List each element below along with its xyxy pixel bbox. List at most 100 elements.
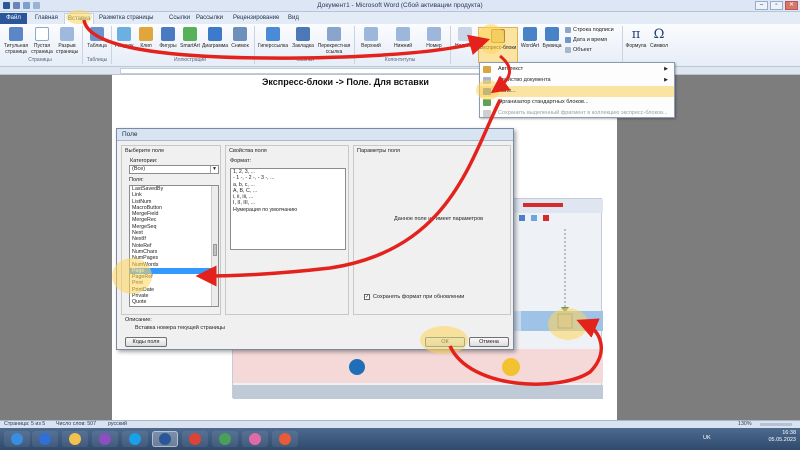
menu-item-building-blocks-organizer[interactable]: Организатор стандартных блоков... <box>480 97 674 108</box>
page-heading: Экспресс-блоки -> Поле. Для вставки <box>262 77 429 87</box>
taskbar-app-tool[interactable] <box>212 431 238 447</box>
date-time-button[interactable]: Дата и время <box>565 37 607 43</box>
checkmark-icon: ✓ <box>364 294 370 300</box>
wordart-button[interactable]: WordArt <box>519 27 541 49</box>
screenshot-button[interactable]: Снимок <box>229 27 251 49</box>
tab-review[interactable]: Рецензирование <box>230 13 282 24</box>
blank-page-button[interactable]: Пустая страница <box>30 27 54 55</box>
cancel-button[interactable]: Отмена <box>469 337 509 347</box>
header-icon <box>364 27 378 41</box>
keyboard-language[interactable]: UK <box>703 435 711 441</box>
clock-date: 05.05.2023 <box>768 437 796 443</box>
maximize-button[interactable]: ▫ <box>770 1 783 10</box>
wordart-icon <box>523 27 537 41</box>
smartart-button[interactable]: SmartArt <box>179 27 201 49</box>
menu-item-autotext[interactable]: Автотекст ▶ <box>480 64 674 75</box>
start-orb-icon <box>11 433 23 445</box>
dropcap-button[interactable]: Буквица <box>541 27 563 49</box>
bookmark-button[interactable]: Закладка <box>290 27 316 49</box>
taskbar-app-photo[interactable] <box>92 431 118 447</box>
symbol-button[interactable]: Ω Символ <box>648 27 670 49</box>
quickparts-menu: Автотекст ▶ Свойство документа ▶ Поле...… <box>479 62 675 118</box>
menu-item-save-selection: Сохранить выделенный фрагмент в коллекци… <box>480 108 674 119</box>
taskbar-app-flower[interactable] <box>242 431 268 447</box>
menu-item-field[interactable]: Поле... <box>480 86 674 97</box>
taskbar-app-explorer[interactable] <box>62 431 88 447</box>
highlight-embedded-icon <box>548 308 588 340</box>
highlight-quickparts <box>478 24 504 54</box>
header-button[interactable]: Верхний <box>356 27 386 49</box>
music-icon <box>279 433 291 445</box>
taskbar-app-edge[interactable] <box>32 431 58 447</box>
taskbar-app-start-orb[interactable] <box>4 431 30 447</box>
page-number-button[interactable]: Номер <box>420 27 448 49</box>
listbox-scrollbar[interactable] <box>211 186 218 306</box>
zoom-slider[interactable] <box>760 423 792 426</box>
clock-time: 16:38 <box>782 430 796 436</box>
shapes-button[interactable]: Фигуры <box>157 27 179 49</box>
taskbar-app-skype[interactable] <box>122 431 148 447</box>
tab-view[interactable]: Вид <box>285 13 302 24</box>
tab-home[interactable]: Главная <box>32 13 61 24</box>
highlight-insert-tab <box>66 10 92 24</box>
field-codes-button[interactable]: Коды поля <box>125 337 167 347</box>
categories-select[interactable]: (Все) ▼ <box>129 165 219 174</box>
footer-button[interactable]: Нижний <box>388 27 418 49</box>
hyperlink-button[interactable]: Гиперссылка <box>256 27 290 49</box>
clipart-button[interactable]: Клип <box>135 27 157 49</box>
tab-mailings[interactable]: Рассылки <box>193 13 226 24</box>
cross-reference-button[interactable]: Перекрестная ссылка <box>316 27 352 55</box>
description-text: Вставка номера текущей страницы <box>135 325 226 331</box>
cover-page-button[interactable]: Титульная страница <box>2 27 30 55</box>
equation-icon: π <box>631 27 641 42</box>
flower-icon <box>249 433 261 445</box>
tab-file[interactable]: Файл <box>0 13 27 24</box>
field-options-heading: Параметры поля <box>357 148 400 154</box>
object-button[interactable]: Объект <box>565 47 592 53</box>
horizontal-ruler[interactable] <box>0 67 800 75</box>
status-zoom[interactable]: 130% <box>738 421 752 428</box>
group-label-header-footer: Колонтитулы <box>384 57 416 63</box>
page-break-button[interactable]: Разрыв страницы <box>54 27 80 55</box>
field-list-item[interactable]: RD <box>130 306 218 307</box>
system-clock[interactable]: 16:38 05.05.2023 <box>768 430 796 444</box>
page-number-icon <box>427 27 441 41</box>
table-icon <box>90 27 104 41</box>
tab-page-layout[interactable]: Разметка страницы <box>96 13 156 24</box>
chart-button[interactable]: Диаграмма <box>201 27 229 49</box>
organizer-icon <box>483 99 491 106</box>
calendar-icon <box>565 37 571 43</box>
textbox-button[interactable]: Надпись <box>452 27 478 49</box>
highlight-field-item <box>476 80 500 100</box>
textbox-icon <box>458 27 472 41</box>
field-dialog: Поле Выберите поле Категории: (Все) ▼ По… <box>116 128 514 350</box>
format-listbox[interactable]: 1, 2, 3, ... - 1 -, - 2 -, - 3 -, ... a, b… <box>230 168 346 250</box>
taskbar-app-chrome[interactable] <box>182 431 208 447</box>
status-language[interactable]: русский <box>108 421 127 428</box>
hyperlink-icon <box>266 27 280 41</box>
picture-button[interactable]: Рисунок <box>113 27 135 49</box>
tab-references[interactable]: Ссылки <box>166 13 193 24</box>
equation-button[interactable]: π Формула <box>624 27 648 49</box>
taskbar-app-music[interactable] <box>272 431 298 447</box>
chevron-down-icon: ▼ <box>210 166 218 173</box>
close-button[interactable]: ✕ <box>785 1 798 10</box>
no-parameters-text: Данное поле не имеет параметров <box>394 216 484 222</box>
chrome-icon <box>189 433 201 445</box>
dialog-title[interactable]: Поле <box>117 129 513 141</box>
status-page[interactable]: Страница: 5 из 5 <box>4 421 45 428</box>
cover-page-icon <box>9 27 23 41</box>
group-separator <box>450 26 451 64</box>
status-words[interactable]: Число слов: 507 <box>56 421 96 428</box>
signature-line-button[interactable]: Строка подписи <box>565 27 614 33</box>
taskbar-app-word[interactable] <box>152 431 178 447</box>
menu-item-document-property[interactable]: Свойство документа ▶ <box>480 75 674 86</box>
group-separator <box>82 26 83 64</box>
preserve-format-checkbox[interactable]: ✓ Сохранять формат при обновлении <box>364 294 464 300</box>
bookmark-icon <box>296 27 310 41</box>
explorer-icon <box>69 433 81 445</box>
scrollbar-thumb[interactable] <box>213 244 217 256</box>
format-list-item[interactable]: Нумерация по умолчанию <box>231 207 345 213</box>
minimize-button[interactable]: – <box>755 1 768 10</box>
table-button[interactable]: Таблица <box>84 27 110 49</box>
